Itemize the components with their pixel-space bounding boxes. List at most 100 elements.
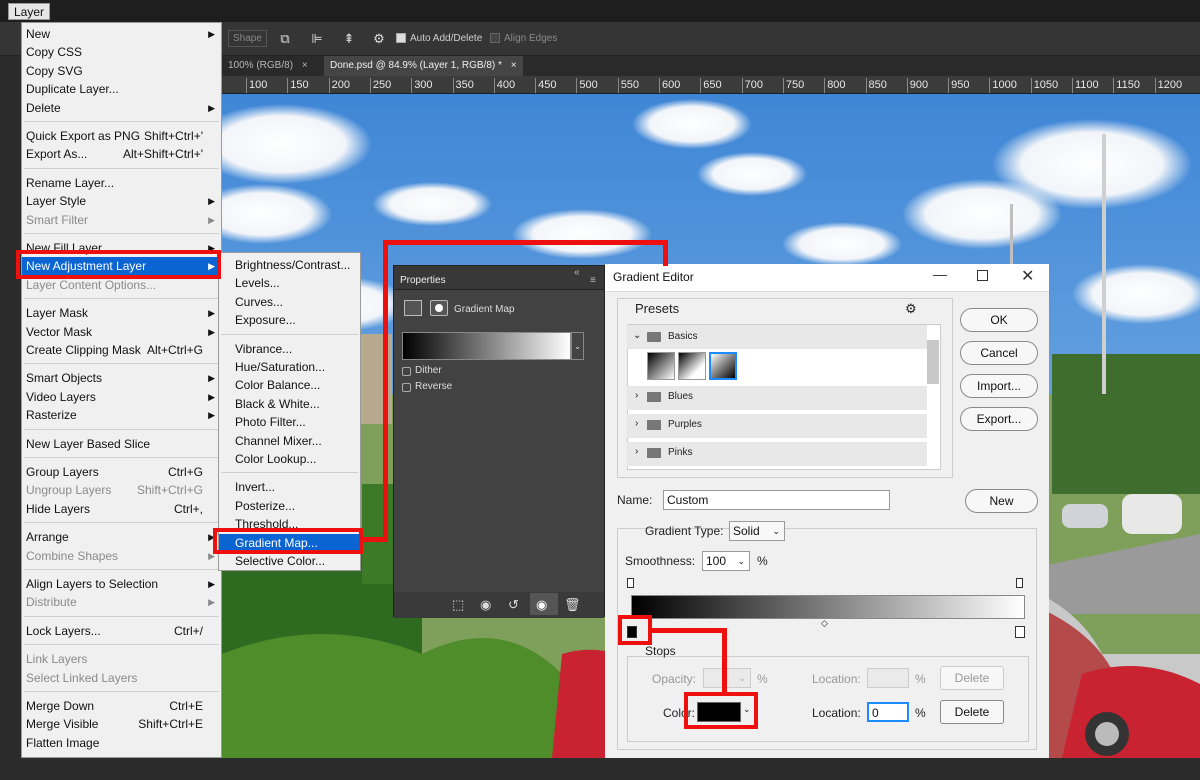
- folder-basics[interactable]: Basics: [668, 331, 697, 342]
- cancel-button[interactable]: Cancel: [960, 341, 1038, 365]
- layer-menu-item[interactable]: Merge Visible Shift+Ctrl+E: [22, 715, 221, 733]
- presets-scrollbar[interactable]: [927, 340, 939, 384]
- close-icon[interactable]: ×: [511, 60, 517, 71]
- layer-menu-item[interactable]: Flatten Image: [22, 734, 221, 752]
- color-stop-right[interactable]: [1015, 626, 1025, 638]
- folder-blues[interactable]: Blues: [668, 391, 693, 402]
- gear-icon[interactable]: ⚙: [905, 301, 917, 317]
- layer-menu-item[interactable]: Copy SVG: [22, 62, 221, 80]
- adjustment-menu-item[interactable]: Selective Color...: [219, 552, 360, 570]
- layer-menu-item[interactable]: Video Layers ▶: [22, 388, 221, 406]
- close-icon[interactable]: ✕: [1021, 266, 1034, 286]
- align-edges-checkbox[interactable]: [490, 33, 500, 43]
- adjustment-menu-item[interactable]: Exposure...: [219, 311, 360, 329]
- adjustment-menu-item[interactable]: Hue/Saturation...: [219, 358, 360, 376]
- shape-button[interactable]: Shape: [228, 30, 267, 47]
- adjustment-menu-item[interactable]: Vibrance...: [219, 340, 360, 358]
- gear-icon[interactable]: ⚙: [370, 30, 388, 48]
- gradient-type-select[interactable]: Solid ⌄: [729, 521, 785, 541]
- adjustment-menu-item[interactable]: Photo Filter...: [219, 413, 360, 431]
- ok-button[interactable]: OK: [960, 308, 1038, 332]
- layer-menu-item[interactable]: Lock Layers... Ctrl+/: [22, 622, 221, 640]
- adjustment-menu-item[interactable]: Color Lookup...: [219, 450, 360, 468]
- layer-menu-item[interactable]: Quick Export as PNG Shift+Ctrl+': [22, 127, 221, 145]
- layer-menu-item[interactable]: Select Linked Layers: [22, 669, 221, 687]
- view-previous-icon[interactable]: ◉: [480, 597, 491, 613]
- layer-menu-item[interactable]: Hide Layers Ctrl+,: [22, 500, 221, 518]
- layer-menu-item[interactable]: Ungroup Layers Shift+Ctrl+G: [22, 481, 221, 499]
- chevron-down-icon[interactable]: ⌄: [633, 330, 641, 341]
- adjustment-menu-item[interactable]: Channel Mixer...: [219, 432, 360, 450]
- layer-menu-item[interactable]: Merge Down Ctrl+E: [22, 697, 221, 715]
- minimize-icon[interactable]: —: [933, 266, 947, 282]
- layer-menu-item[interactable]: Distribute ▶: [22, 593, 221, 611]
- chevron-down-icon[interactable]: ⌄: [571, 332, 584, 360]
- preset-swatch-1[interactable]: [647, 352, 675, 380]
- chevron-right-icon[interactable]: ›: [635, 446, 638, 457]
- adjustment-menu-item[interactable]: Color Balance...: [219, 376, 360, 394]
- layer-menu-item[interactable]: Smart Filter ▶: [22, 211, 221, 229]
- layer-menu-item[interactable]: Layer Mask ▶: [22, 304, 221, 322]
- opacity-location-input[interactable]: [867, 668, 909, 688]
- folder-pinks[interactable]: Pinks: [668, 447, 692, 458]
- layer-menu-item[interactable]: Layer Style ▶: [22, 192, 221, 210]
- gradient-preview[interactable]: [402, 332, 571, 360]
- dither-checkbox[interactable]: [402, 367, 411, 376]
- adjustment-menu-item[interactable]: Invert...: [219, 478, 360, 496]
- tab-done-psd[interactable]: Done.psd @ 84.9% (Layer 1, RGB/8) * ×: [324, 56, 523, 76]
- properties-title[interactable]: Properties: [400, 275, 446, 286]
- menu-layer[interactable]: Layer: [8, 3, 51, 20]
- tab-document-1[interactable]: 100% (RGB/8) ×: [222, 56, 314, 76]
- layer-menu-item[interactable]: Delete ▶: [22, 99, 221, 117]
- opacity-stop-left[interactable]: [627, 578, 634, 588]
- midpoint-diamond[interactable]: ◇: [821, 618, 828, 629]
- adjustment-menu-item[interactable]: Black & White...: [219, 395, 360, 413]
- adjustment-menu-item[interactable]: Posterize...: [219, 497, 360, 515]
- layer-menu-item[interactable]: Group Layers Ctrl+G: [22, 463, 221, 481]
- adjustment-menu-item[interactable]: Brightness/Contrast...: [219, 256, 360, 274]
- layer-menu-item[interactable]: Copy CSS: [22, 43, 221, 61]
- layer-menu-item[interactable]: Duplicate Layer...: [22, 80, 221, 98]
- export-button[interactable]: Export...: [960, 407, 1038, 431]
- new-button[interactable]: New: [965, 489, 1038, 513]
- path-alignment-icon[interactable]: ⊫: [308, 30, 326, 48]
- layer-menu-item[interactable]: Create Clipping Mask Alt+Ctrl+G: [22, 341, 221, 359]
- collapse-icon[interactable]: «: [574, 267, 580, 278]
- auto-add-delete-checkbox[interactable]: [396, 33, 406, 43]
- layer-menu-item[interactable]: Rasterize ▶: [22, 406, 221, 424]
- layer-menu-item[interactable]: Align Layers to Selection ▶: [22, 575, 221, 593]
- gradient-bar[interactable]: [631, 595, 1025, 619]
- layer-menu-item[interactable]: Combine Shapes ▶: [22, 547, 221, 565]
- opacity-stop-right[interactable]: [1016, 578, 1023, 588]
- preset-swatch-2[interactable]: [678, 352, 706, 380]
- close-icon[interactable]: ×: [302, 60, 308, 71]
- layer-menu-item[interactable]: Rename Layer...: [22, 174, 221, 192]
- name-input[interactable]: Custom: [663, 490, 890, 510]
- layer-menu-item[interactable]: Arrange ▶: [22, 528, 221, 546]
- import-button[interactable]: Import...: [960, 374, 1038, 398]
- delete-opacity-stop-button[interactable]: Delete: [940, 666, 1004, 690]
- layer-menu-item[interactable]: New ▶: [22, 25, 221, 43]
- clip-to-layer-icon[interactable]: ⬚: [452, 597, 464, 613]
- reset-icon[interactable]: ↺: [508, 597, 519, 613]
- mask-icon[interactable]: [430, 300, 448, 316]
- color-location-input[interactable]: 0: [867, 702, 909, 722]
- layer-menu-item[interactable]: Smart Objects ▶: [22, 369, 221, 387]
- visibility-eye-icon[interactable]: ◉: [536, 597, 547, 613]
- maximize-icon[interactable]: [977, 270, 988, 281]
- panel-menu-icon[interactable]: ≡: [590, 275, 596, 286]
- chevron-right-icon[interactable]: ›: [635, 390, 638, 401]
- layer-menu-item[interactable]: Vector Mask ▶: [22, 323, 221, 341]
- chevron-right-icon[interactable]: ›: [635, 418, 638, 429]
- trash-icon[interactable]: 🗑: [564, 597, 581, 613]
- preset-swatch-3[interactable]: [709, 352, 737, 380]
- smoothness-input[interactable]: 100 ⌄: [702, 551, 750, 571]
- opacity-input[interactable]: ⌄: [703, 668, 751, 688]
- adjustment-menu-item[interactable]: Levels...: [219, 274, 360, 292]
- path-operations-icon[interactable]: ⧉: [276, 30, 294, 48]
- path-arrangement-icon[interactable]: ⇞: [340, 30, 358, 48]
- layer-menu-item[interactable]: New Layer Based Slice: [22, 435, 221, 453]
- layer-menu-item[interactable]: Export As... Alt+Shift+Ctrl+': [22, 145, 221, 163]
- reverse-checkbox[interactable]: [402, 383, 411, 392]
- layer-menu-item[interactable]: Link Layers: [22, 650, 221, 668]
